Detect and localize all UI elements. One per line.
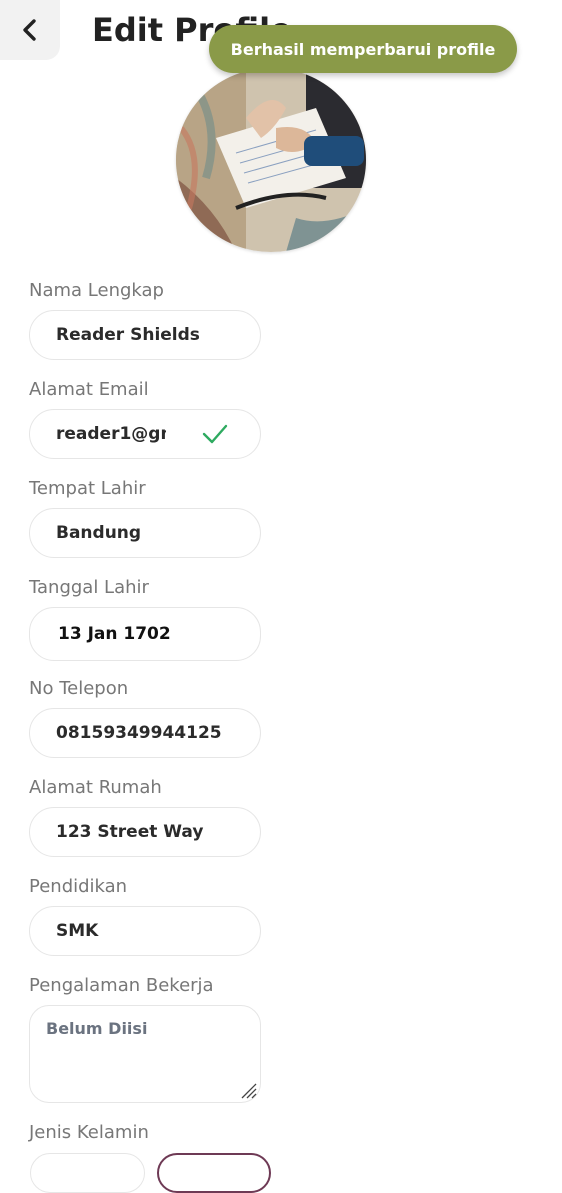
nama-lengkap-label: Nama Lengkap [29,280,164,301]
jenis-kelamin-label: Jenis Kelamin [29,1122,149,1143]
success-toast: Berhasil memperbarui profile [209,25,517,73]
gender-option-1[interactable] [30,1153,145,1193]
no-telepon-input[interactable]: 08159349944125 [29,708,261,758]
no-telepon-label: No Telepon [29,678,129,699]
alamat-rumah-label: Alamat Rumah [29,777,162,798]
nama-lengkap-input[interactable]: Reader Shields [29,310,261,360]
alamat-email-value: reader1@gmail.com [56,424,166,444]
pendidikan-input[interactable]: SMK [29,906,261,956]
pengalaman-bekerja-value: Belum Diisi [46,1019,148,1038]
tempat-lahir-input[interactable]: Bandung [29,508,261,558]
tanggal-lahir-input[interactable]: 13 Jan 1702 [29,607,261,661]
resize-handle-icon[interactable] [238,1080,258,1100]
gender-option-2-selected[interactable] [157,1153,271,1193]
chevron-left-icon [23,19,36,41]
back-button[interactable] [0,0,60,60]
avatar-photo [176,68,366,252]
profile-avatar[interactable] [176,68,366,252]
pengalaman-bekerja-label: Pengalaman Bekerja [29,975,214,996]
alamat-email-input[interactable]: reader1@gmail.com [29,409,261,459]
check-icon [202,424,228,444]
pengalaman-bekerja-textarea[interactable]: Belum Diisi [29,1005,261,1103]
pendidikan-label: Pendidikan [29,876,128,897]
alamat-email-label: Alamat Email [29,379,149,400]
tempat-lahir-label: Tempat Lahir [29,478,146,499]
tanggal-lahir-label: Tanggal Lahir [29,577,149,598]
alamat-rumah-input[interactable]: 123 Street Way [29,807,261,857]
